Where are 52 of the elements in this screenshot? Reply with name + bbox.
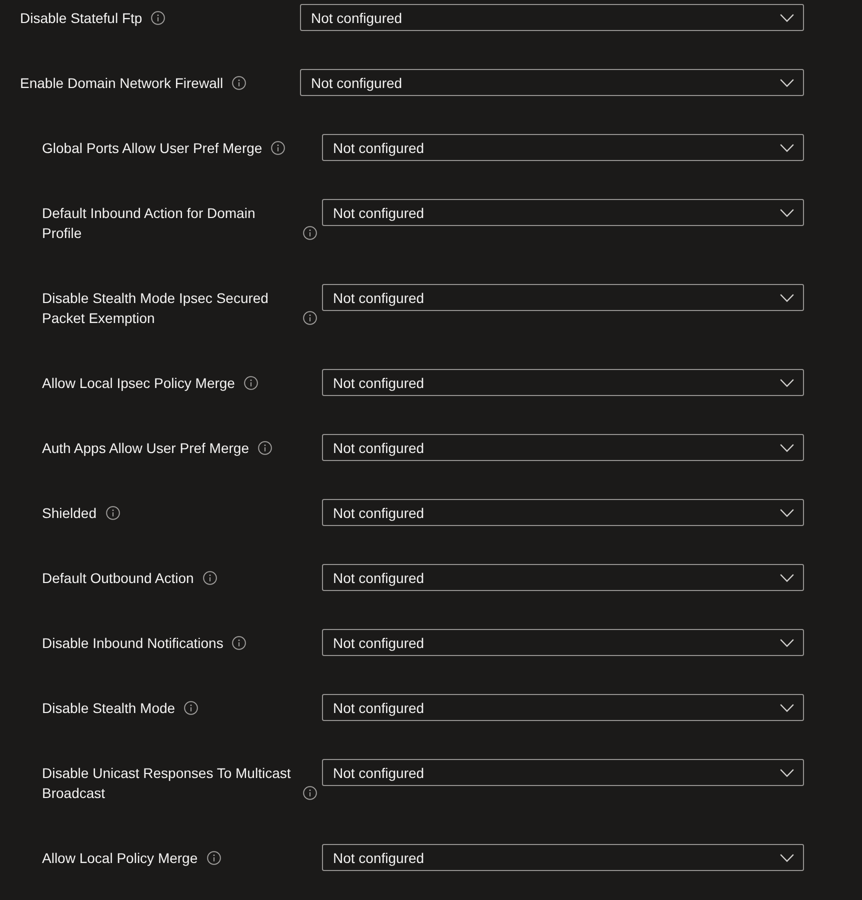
dropdown[interactable]: Not configured (322, 629, 804, 656)
chevron-down-icon (780, 574, 794, 582)
setting-label: Default Outbound Action (42, 569, 194, 588)
info-icon (303, 786, 317, 800)
setting-label: Disable Stealth Mode (42, 699, 176, 718)
setting-label: Disable Stateful Ftp (20, 9, 142, 28)
info-icon (106, 506, 120, 520)
chevron-down-icon (780, 78, 794, 86)
dropdown[interactable]: Not configured (322, 369, 804, 396)
info-icon (244, 376, 258, 390)
info-icon (303, 226, 317, 240)
info-icon (206, 851, 221, 865)
setting-label: Default Inbound Action for Domain Profile (42, 204, 256, 243)
setting-label: Global Ports Allow User Pref Merge (42, 139, 262, 158)
chevron-down-icon (780, 854, 794, 862)
setting-label: Allow Local Ipsec Policy Merge (42, 374, 235, 393)
chevron-down-icon (780, 444, 794, 452)
setting-label: Disable Unicast Responses To Multicast Broadcast (42, 764, 292, 803)
setting-label: Auth Apps Allow User Pref Merge (42, 439, 249, 458)
chevron-down-icon (780, 508, 794, 516)
setting-label: Shielded (42, 504, 96, 523)
chevron-down-icon (780, 144, 794, 152)
dropdown[interactable]: Not configured (322, 434, 804, 461)
dropdown[interactable]: Not configured (300, 69, 804, 96)
chevron-down-icon (780, 294, 794, 302)
chevron-down-icon (780, 378, 794, 386)
dropdown[interactable]: Not configured (322, 199, 804, 226)
chevron-down-icon (780, 14, 794, 22)
info-icon (232, 636, 246, 650)
dropdown[interactable]: Not configured (322, 284, 804, 311)
chevron-down-icon (780, 704, 794, 712)
dropdown[interactable]: Not configured (322, 844, 804, 871)
dropdown[interactable]: Not configured (322, 694, 804, 721)
info-icon (184, 701, 198, 715)
dropdown[interactable]: Not configured (322, 759, 804, 786)
setting-label: Disable Inbound Notifications (42, 634, 224, 653)
dropdown[interactable]: Not configured (322, 499, 804, 526)
info-icon (151, 11, 166, 25)
dropdown[interactable]: Not configured (322, 134, 804, 161)
setting-label: Enable Domain Network Firewall (20, 74, 224, 93)
info-icon (202, 571, 217, 585)
chevron-down-icon (780, 208, 794, 216)
setting-label: Allow Local Policy Merge (42, 849, 198, 868)
chevron-down-icon (780, 768, 794, 776)
dropdown[interactable]: Not configured (322, 564, 804, 591)
chevron-down-icon (780, 638, 794, 646)
info-icon (232, 76, 246, 90)
info-icon (271, 141, 286, 155)
info-icon (303, 311, 317, 325)
setting-label: Disable Stealth Mode Ipsec Secured Packet Exemption (42, 289, 270, 328)
dropdown[interactable]: Not configured (300, 4, 804, 31)
info-icon (258, 441, 272, 455)
